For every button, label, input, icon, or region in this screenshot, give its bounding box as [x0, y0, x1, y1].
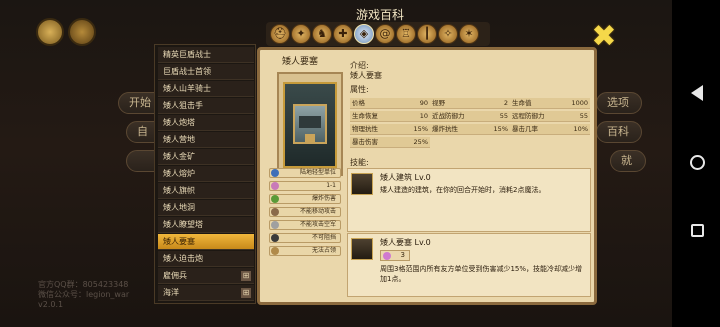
intro-text: 矮人要塞	[350, 71, 382, 80]
list-item[interactable]: 精英巨盾战士	[158, 47, 254, 63]
skill-desc: 周围3格范围内所有友方单位受到伤害减少15%，技能冷却减少增加1点。	[380, 265, 583, 283]
list-item[interactable]: 矮人迫击炮	[158, 251, 254, 267]
category-tabbar: ⛑ ✦ ♞ ✚ ◈ @ ♖ ┃ ✧ ✶	[266, 22, 490, 46]
skill-card: 矮人要塞 Lv.0 3 周围3格范围内所有友方单位受到伤害减少15%，技能冷却减…	[347, 233, 591, 297]
list-item[interactable]: 矮人瞭望塔	[158, 217, 254, 233]
stats-grid: 价格 90 视野 2 生命值 1000 生命恢复 10 近战防御力 55 远程防御力 55 …	[350, 98, 590, 150]
list-item[interactable]: 矮人地洞	[158, 200, 254, 216]
unit-tag: 陆地轻型单位	[269, 168, 341, 178]
stat-crit-damage: 暴击伤害 25%	[350, 137, 430, 148]
no-air-icon	[271, 221, 279, 229]
tab-horse-icon[interactable]: ♞	[312, 24, 332, 44]
list-item-selected[interactable]: 矮人要塞	[158, 234, 254, 250]
tab-staff-icon[interactable]: ┃	[417, 24, 437, 44]
skills-label: 技能:	[350, 158, 369, 167]
tab-spiral-icon[interactable]: @	[375, 24, 395, 44]
player-avatar-icon[interactable]	[36, 18, 64, 46]
tab-helmet-icon[interactable]: ⛑	[270, 24, 290, 44]
unit-list: 精英巨盾战士 巨盾战士首领 矮人山羊骑士 矮人狙击手 矮人炮塔 矮人营地 矮人金…	[154, 44, 256, 304]
fortress-icon	[293, 104, 327, 144]
unit-tag: 1-1	[269, 181, 341, 191]
skill-name: 矮人建筑 Lv.0	[380, 173, 431, 182]
stat-vision: 视野 2	[430, 98, 510, 109]
list-item-category[interactable]: 海洋 ⊞	[158, 285, 254, 301]
list-item[interactable]: 矮人熔炉	[158, 166, 254, 182]
system-nav-bar	[672, 0, 720, 327]
unstoppable-icon	[271, 234, 279, 242]
tab-beast-icon[interactable]: ✶	[459, 24, 479, 44]
mana-icon	[383, 252, 391, 260]
stat-explosion-res: 爆炸抗性 15%	[430, 124, 510, 135]
unit-portrait	[277, 72, 343, 176]
tab-cross-icon[interactable]: ✚	[333, 24, 353, 44]
list-item[interactable]: 矮人金矿	[158, 149, 254, 165]
skill-desc: 矮人建造的建筑，在你的回合开始时，消耗2点魔法。	[380, 186, 546, 194]
stat-regen: 生命恢复 10	[350, 111, 430, 122]
version-text: v2.0.1	[38, 300, 64, 309]
unit-name: 矮人要塞	[281, 57, 318, 67]
stat-ranged-def: 远程防御力 55	[510, 111, 590, 122]
unit-tag: 不能移动攻击	[269, 207, 341, 217]
stat-crit-chance: 暴击几率 10%	[510, 124, 590, 135]
fortress-skill-icon	[351, 238, 373, 260]
building-icon	[351, 173, 373, 195]
range-icon	[271, 182, 279, 190]
stat-phys-res: 物理抗性 15%	[350, 124, 430, 135]
unit-tag: 爆炸伤害	[269, 194, 341, 204]
home-icon[interactable]	[686, 152, 708, 174]
type-icon	[271, 169, 279, 177]
unit-tag: 不可阻挡	[269, 233, 341, 243]
tab-shield-icon[interactable]: ◈	[354, 24, 374, 44]
list-item[interactable]: 矮人狙击手	[158, 98, 254, 114]
list-item-category[interactable]: 雇佣兵 ⊞	[158, 268, 254, 284]
explosion-icon	[271, 195, 279, 203]
skill-name: 矮人要塞 Lv.0	[380, 238, 431, 247]
expand-icon[interactable]: ⊞	[241, 288, 251, 298]
stat-price: 价格 90	[350, 98, 430, 109]
tab-star-icon[interactable]: ✧	[438, 24, 458, 44]
stat-melee-def: 近战防御力 55	[430, 111, 510, 122]
unit-detail-panel: 矮人要塞 陆地轻型单位 1-1 爆炸伤害 不能移动攻击 不能攻击空军 不可阻挡 …	[257, 47, 597, 305]
back-icon[interactable]	[686, 82, 708, 104]
recent-apps-icon[interactable]	[686, 220, 708, 242]
chest-icon[interactable]	[68, 18, 96, 46]
bg-menu-other: 就	[610, 150, 646, 172]
list-item[interactable]: 矮人炮塔	[158, 115, 254, 131]
list-item[interactable]: 矮人山羊骑士	[158, 81, 254, 97]
bg-menu-options: 选项	[596, 92, 642, 114]
screen-title: 游戏百科	[355, 8, 404, 22]
skill-card: 矮人建筑 Lv.0 矮人建造的建筑，在你的回合开始时，消耗2点魔法。	[347, 168, 591, 232]
unit-tag: 无法占领	[269, 246, 341, 256]
list-item[interactable]: 矮人营地	[158, 132, 254, 148]
no-capture-icon	[271, 247, 279, 255]
unit-tag: 不能攻击空军	[269, 220, 341, 230]
stat-hp: 生命值 1000	[510, 98, 590, 109]
list-item[interactable]: 巨盾战士首领	[158, 64, 254, 80]
skill-cost: 3	[380, 250, 410, 261]
expand-icon[interactable]: ⊞	[241, 271, 251, 281]
no-move-icon	[271, 208, 279, 216]
qq-group-text: 官方QQ群：805423348	[38, 280, 129, 289]
list-item[interactable]: 矮人旗帜	[158, 183, 254, 199]
tab-tower-icon[interactable]: ♖	[396, 24, 416, 44]
wechat-text: 微信公众号：legion_war	[38, 290, 130, 299]
tab-wing-icon[interactable]: ✦	[291, 24, 311, 44]
attributes-label: 属性:	[350, 85, 369, 94]
bg-menu-encyclopedia: 百科	[596, 121, 642, 143]
